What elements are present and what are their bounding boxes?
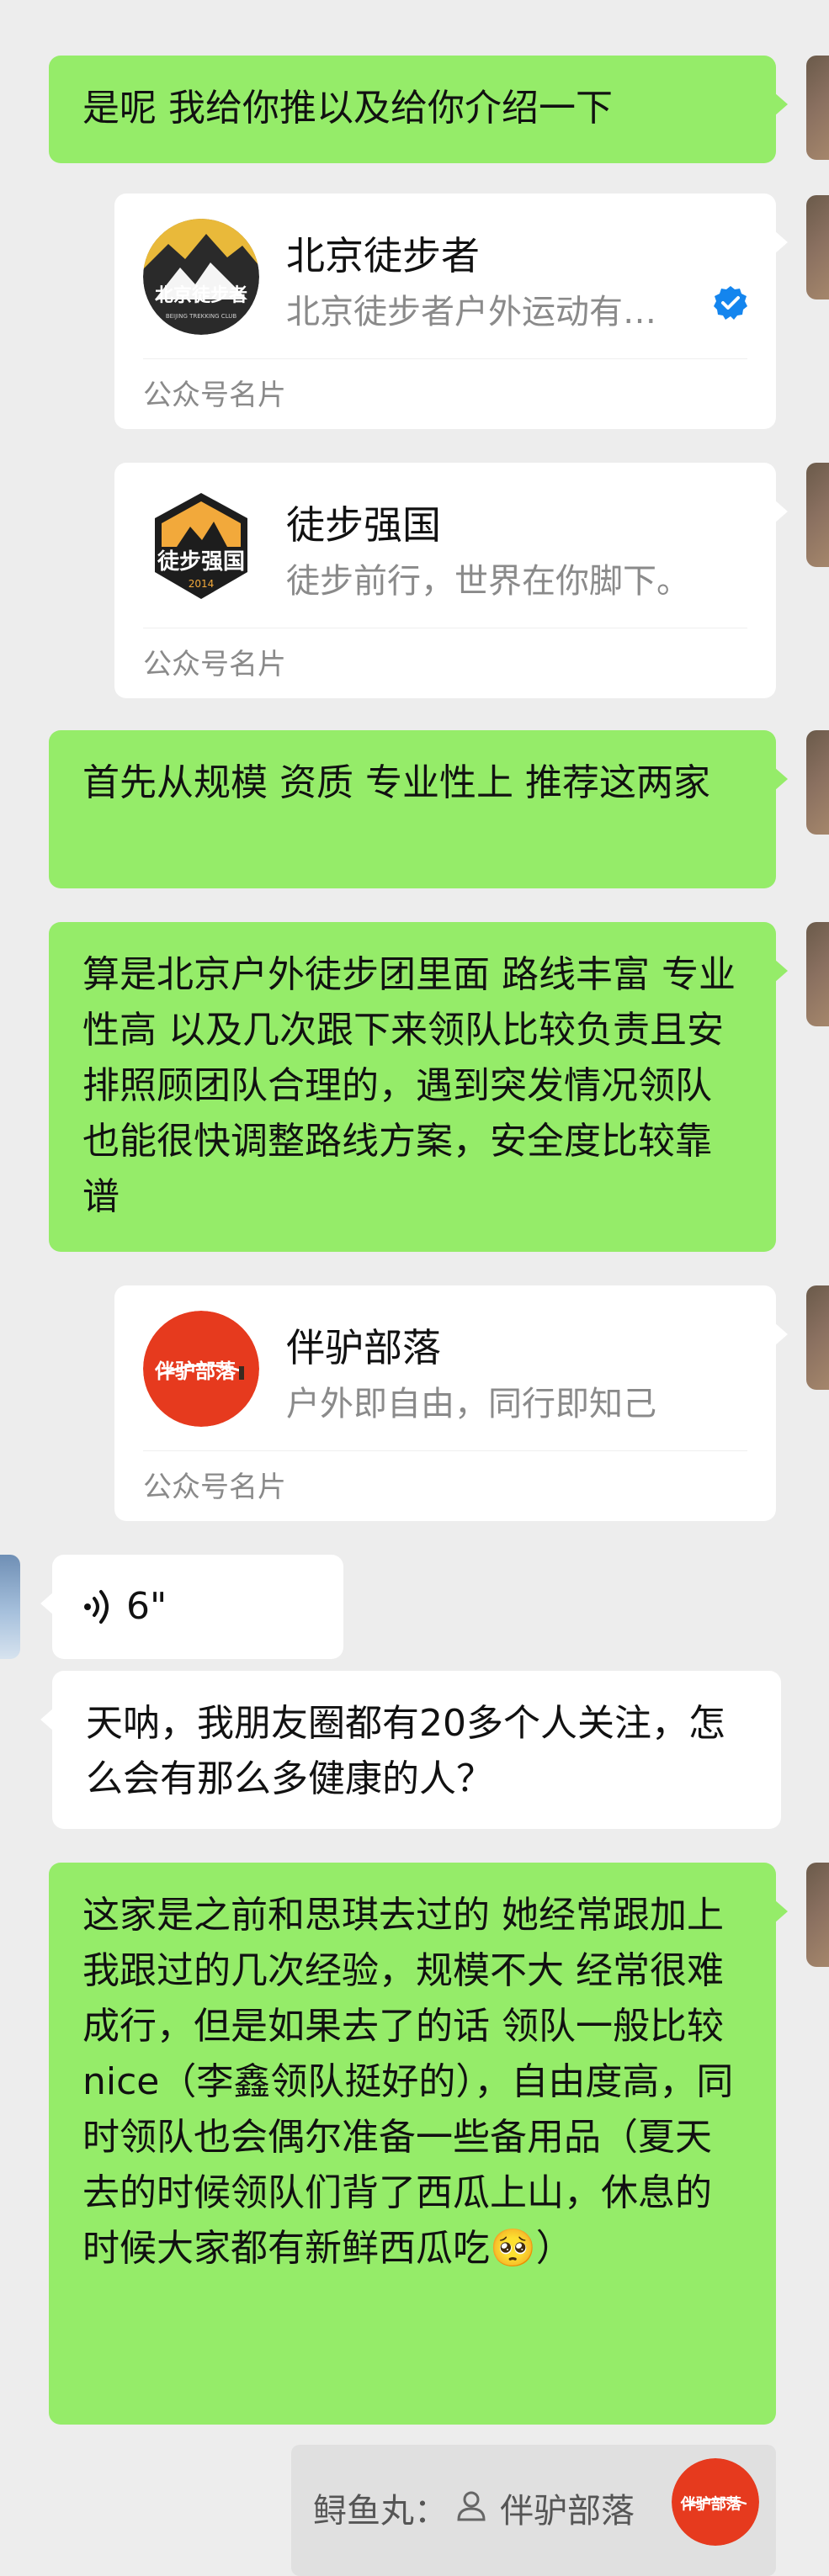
- my-avatar[interactable]: [806, 463, 829, 567]
- my-avatar[interactable]: [806, 1863, 829, 1967]
- verified-badge-icon: [712, 284, 749, 321]
- svg-text:BEIJING TREKKING CLUB: BEIJING TREKKING CLUB: [166, 313, 237, 320]
- beijing-hikers-logo: 北京徒步者 BEIJING TREKKING CLUB: [143, 219, 259, 335]
- official-account-card[interactable]: 徒步强国 2014 徒步强国 徒步前行，世界在你脚下。 公众号名片: [114, 463, 788, 698]
- hiking-nation-logo: 徒步强国 2014: [143, 488, 259, 604]
- card-type-label: 公众号名片: [143, 379, 286, 412]
- card-type-label: 公众号名片: [143, 1471, 286, 1504]
- message-bubble[interactable]: 这家是之前和思琪去过的 她经常跟加上我跟过的几次经验，规模不大 经常很难成行，但…: [49, 1863, 788, 2425]
- my-avatar[interactable]: [806, 195, 829, 299]
- chat-screen: 是呢 我给你推以及给你介绍一下 北京徒步者 BEIJING TREKKING C…: [0, 0, 829, 2576]
- my-avatar[interactable]: [806, 730, 829, 835]
- person-icon: [454, 2489, 488, 2522]
- message-bubble[interactable]: 天呐，我朋友圈都有20多个人关注，怎么会有那么多健康的人？: [40, 1671, 781, 1829]
- my-avatar[interactable]: [806, 1285, 829, 1390]
- message-bubble[interactable]: 是呢 我给你推以及给你介绍一下: [49, 56, 788, 163]
- official-account-card[interactable]: 伴驴部落 伴驴部落 户外即自由，同行即知己 公众号名片: [114, 1285, 788, 1521]
- quoted-message[interactable]: 鲟鱼丸： 伴驴部落 伴驴部落: [291, 2445, 776, 2576]
- friend-avatar[interactable]: [0, 1555, 20, 1659]
- card-description: 徒步前行，世界在你脚下。: [286, 562, 690, 601]
- card-name: 北京徒步者: [286, 233, 480, 278]
- my-avatar[interactable]: [806, 56, 829, 160]
- official-account-card[interactable]: 北京徒步者 BEIJING TREKKING CLUB 北京徒步者 北京徒步者户…: [114, 193, 788, 429]
- message-text: 天呐，我朋友圈都有20多个人关注，怎么会有那么多健康的人？: [86, 1702, 725, 1800]
- card-type-label: 公众号名片: [143, 648, 286, 681]
- message-text: 是呢 我给你推以及给你介绍一下: [82, 87, 613, 130]
- message-text: 首先从规模 资质 专业性上 推荐这两家: [82, 761, 710, 804]
- message-text: 这家是之前和思琪去过的 她经常跟加上我跟过的几次经验，规模不大 经常很难成行，但…: [82, 1894, 734, 2270]
- svg-text:2014: 2014: [189, 578, 215, 590]
- card-name: 伴驴部落: [286, 1325, 441, 1370]
- message-bubble[interactable]: 首先从规模 资质 专业性上 推荐这两家: [49, 730, 788, 888]
- pleading-face-emoji: 🥺: [490, 2227, 536, 2270]
- quote-sender: 鲟鱼丸：: [313, 2492, 448, 2531]
- message-text: 算是北京户外徒步团里面 路线丰富 专业性高 以及几次跟下来领队比较负责且安排照顾…: [82, 953, 736, 1218]
- logo-text: 北京徒步者: [155, 284, 247, 306]
- message-text-end: ）: [535, 2227, 573, 2270]
- voice-duration: 6": [126, 1585, 167, 1628]
- card-description: 户外即自由，同行即知己: [286, 1385, 656, 1423]
- card-name: 徒步强国: [286, 502, 441, 548]
- banlv-tribe-logo: 伴驴部落: [143, 1311, 259, 1427]
- logo-text: 伴驴部落: [680, 2494, 742, 2513]
- message-bubble[interactable]: 算是北京户外徒步团里面 路线丰富 专业性高 以及几次跟下来领队比较负责且安排照顾…: [49, 922, 788, 1252]
- card-divider: [143, 358, 747, 359]
- voice-wave-icon: [76, 1583, 123, 1630]
- logo-text: 伴驴部落: [154, 1360, 236, 1383]
- logo-text: 徒步强国: [157, 549, 245, 575]
- banlv-tribe-logo: 伴驴部落: [672, 2458, 759, 2546]
- card-description: 北京徒步者户外运动有…: [286, 293, 656, 331]
- my-avatar[interactable]: [806, 922, 829, 1026]
- voice-message[interactable]: 6": [40, 1555, 343, 1659]
- card-divider: [143, 1450, 747, 1451]
- quote-title: 伴驴部落: [500, 2492, 635, 2531]
